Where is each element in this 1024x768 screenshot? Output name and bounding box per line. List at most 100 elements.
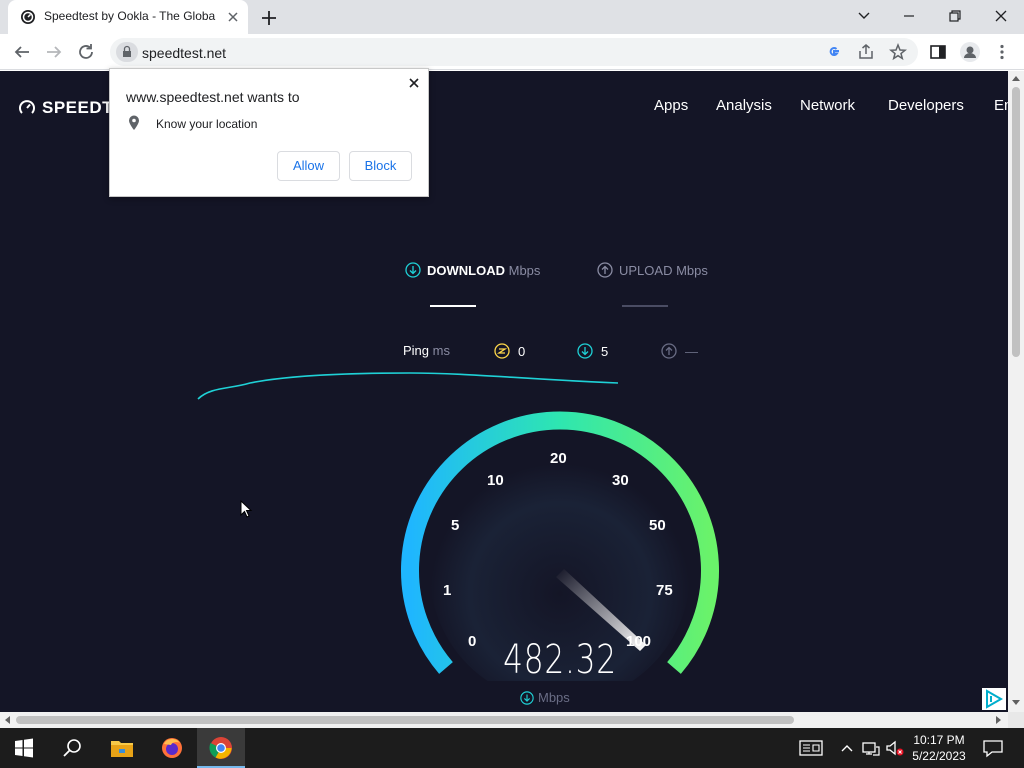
- file-explorer-button[interactable]: [98, 728, 146, 768]
- gauge-label-0: 0: [468, 633, 477, 650]
- ping-idle-icon: [494, 343, 510, 359]
- clock-time: 10:17 PM: [913, 733, 965, 747]
- upload-unit: Mbps: [676, 263, 708, 278]
- gauge-label-10: 10: [487, 472, 504, 489]
- upload-arrow-icon: [597, 262, 613, 278]
- scroll-up-icon[interactable]: [1012, 75, 1020, 81]
- download-label: DOWNLOAD: [427, 263, 505, 278]
- scroll-left-icon[interactable]: [4, 716, 10, 724]
- gauge-label-75: 75: [656, 582, 673, 599]
- speed-value: 482.32: [503, 637, 617, 683]
- popup-close-icon[interactable]: [406, 75, 422, 91]
- start-button[interactable]: [0, 728, 48, 768]
- scrollbar-corner: [1008, 712, 1024, 728]
- allow-button[interactable]: Allow: [277, 151, 340, 181]
- gauge-label-50: 50: [649, 517, 666, 534]
- restore-icon[interactable]: [941, 4, 969, 28]
- volume-muted-icon[interactable]: [885, 738, 905, 758]
- block-button[interactable]: Block: [349, 151, 412, 181]
- nav-network[interactable]: Network: [800, 97, 855, 114]
- url-text: speedtest.net: [142, 45, 227, 61]
- download-unit: Mbps: [508, 263, 541, 278]
- ad-choices-badge[interactable]: [982, 688, 1006, 710]
- download-header: DOWNLOAD Mbps: [405, 262, 540, 278]
- chrome-button[interactable]: [197, 728, 245, 768]
- ping-unit: ms: [432, 343, 450, 358]
- speed-download-icon: [520, 691, 534, 705]
- tab-strip: Speedtest by Ookla - The Global: [0, 0, 1024, 34]
- logo-text: SPEEDT: [42, 98, 114, 117]
- ping-upload-icon: [661, 343, 677, 359]
- mouse-cursor-icon: [240, 500, 253, 518]
- ping-download: 5: [577, 343, 608, 359]
- search-button[interactable]: [48, 728, 96, 768]
- system-clock[interactable]: 10:17 PM 5/22/2023: [906, 732, 972, 764]
- upload-underline: [622, 305, 668, 307]
- tab-search-chevron-icon[interactable]: [850, 4, 878, 28]
- new-tab-icon[interactable]: [258, 7, 280, 29]
- chrome-icon: [209, 737, 232, 759]
- ping-idle-value: 0: [518, 344, 526, 359]
- nav-enterprise[interactable]: En: [994, 97, 1008, 114]
- scroll-down-icon[interactable]: [1012, 700, 1020, 706]
- ping-label: Ping: [403, 343, 430, 358]
- network-icon[interactable]: [861, 738, 881, 758]
- browser-toolbar: speedtest.net: [0, 34, 1024, 70]
- permission-text: Know your location: [156, 117, 258, 131]
- speed-unit: Mbps: [520, 690, 570, 705]
- ping-download-icon: [577, 343, 593, 359]
- popup-title: www.speedtest.net wants to: [126, 89, 300, 105]
- show-hidden-icons-chevron-icon[interactable]: [837, 738, 857, 758]
- gauge-label-5: 5: [451, 517, 460, 534]
- scroll-right-icon[interactable]: [996, 716, 1002, 724]
- horizontal-scroll-thumb[interactable]: [16, 716, 794, 724]
- location-permission-popup: www.speedtest.net wants to Know your loc…: [109, 68, 429, 197]
- lock-icon[interactable]: [116, 42, 138, 62]
- ping-upload: —: [661, 343, 698, 359]
- vertical-scroll-thumb[interactable]: [1012, 87, 1020, 357]
- folder-icon: [111, 741, 133, 757]
- reload-icon[interactable]: [74, 40, 98, 64]
- share-icon[interactable]: [854, 40, 878, 64]
- ping-upload-value: —: [685, 344, 698, 359]
- close-tab-icon[interactable]: [224, 8, 242, 26]
- gauge-label-20: 20: [550, 450, 567, 467]
- upload-label: UPLOAD: [619, 263, 673, 278]
- ping-label-group: Ping ms: [403, 343, 450, 358]
- vertical-scrollbar[interactable]: [1008, 71, 1024, 712]
- ad-choices-icon: [986, 689, 1004, 709]
- close-window-icon[interactable]: [987, 4, 1015, 28]
- menu-kebab-icon[interactable]: [990, 40, 1014, 64]
- horizontal-scrollbar[interactable]: [0, 712, 1008, 728]
- notifications-icon[interactable]: [982, 738, 1004, 758]
- side-panel-icon[interactable]: [926, 40, 950, 64]
- location-pin-icon: [129, 115, 139, 130]
- bookmark-star-icon[interactable]: [886, 40, 910, 64]
- news-widget-icon[interactable]: [799, 738, 823, 758]
- speed-unit-label: Mbps: [538, 690, 570, 705]
- upload-header: UPLOAD Mbps: [597, 262, 708, 278]
- search-icon: [63, 739, 81, 757]
- speed-graph: [197, 372, 619, 400]
- tab-title: Speedtest by Ookla - The Global: [44, 9, 216, 23]
- download-underline: [430, 305, 476, 307]
- profile-avatar-icon[interactable]: [958, 40, 982, 64]
- gauge-label-30: 30: [612, 472, 629, 489]
- address-bar[interactable]: speedtest.net: [110, 38, 918, 66]
- download-arrow-icon: [405, 262, 421, 278]
- clock-date: 5/22/2023: [912, 749, 966, 763]
- gauge-label-1: 1: [443, 582, 452, 599]
- nav-developers[interactable]: Developers: [888, 97, 964, 114]
- firefox-button[interactable]: [148, 728, 196, 768]
- ping-idle: 0: [494, 343, 525, 359]
- minimize-icon[interactable]: [895, 4, 923, 28]
- back-arrow-icon[interactable]: [10, 40, 34, 64]
- nav-analysis[interactable]: Analysis: [716, 97, 772, 114]
- browser-tab[interactable]: Speedtest by Ookla - The Global: [8, 0, 248, 34]
- firefox-icon: [162, 738, 182, 758]
- forward-arrow-icon[interactable]: [42, 40, 66, 64]
- google-icon[interactable]: [822, 40, 846, 64]
- windows-taskbar: 10:17 PM 5/22/2023: [0, 728, 1024, 768]
- nav-apps[interactable]: Apps: [654, 97, 688, 114]
- ping-download-value: 5: [601, 344, 609, 359]
